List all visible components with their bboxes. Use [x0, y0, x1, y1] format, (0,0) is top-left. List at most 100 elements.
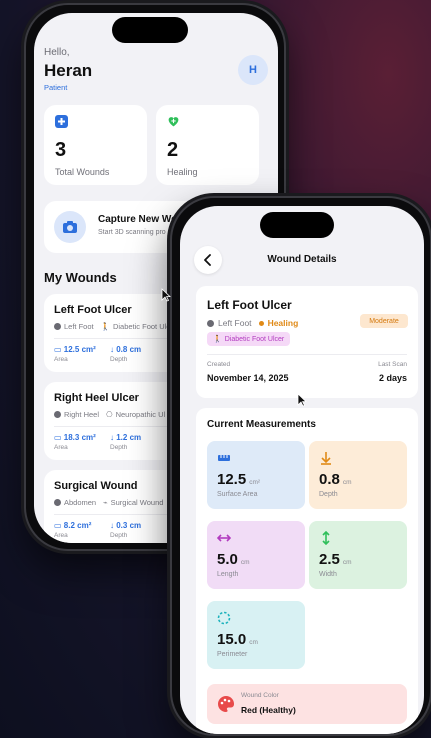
- wound-meta: Left Foot 🚶 Diabetic Foot Ulc: [54, 322, 170, 331]
- mouse-cursor-icon: [161, 288, 171, 302]
- wound-color-value: Red (Healthy): [241, 705, 296, 715]
- person-icon: 🚶: [213, 336, 222, 343]
- total-wounds-card[interactable]: 3 Total Wounds: [44, 105, 147, 185]
- area-value: 12.5 cm²: [63, 345, 96, 354]
- wound-meta: Right Heel ⎔ Neuropathic Ul: [54, 410, 165, 419]
- measurement-label: Width: [319, 571, 337, 578]
- wound-type: Diabetic Foot Ulc: [112, 322, 171, 331]
- depth-label: Depth: [110, 532, 128, 539]
- wound-location: Left Foot: [64, 322, 94, 331]
- wound-name: Right Heel Ulcer: [54, 392, 139, 404]
- measurement-label: Depth: [319, 491, 338, 498]
- wound-name: Left Foot Ulcer: [54, 304, 132, 316]
- measurement-value: 0.8 cm: [319, 471, 352, 488]
- wound-location: Right Heel: [64, 410, 100, 419]
- location-icon: [207, 319, 214, 327]
- wound-type: Surgical Wound: [110, 498, 164, 507]
- arrows-vertical-icon: [322, 531, 330, 545]
- person-icon: 🚶: [100, 322, 110, 331]
- depth-value: 0.3 cm: [116, 521, 142, 530]
- arrow-down-icon: [321, 452, 331, 465]
- ruler-icon: ▭: [54, 521, 64, 530]
- wound-location: Left Foot: [218, 318, 252, 328]
- created-label: Created: [207, 361, 231, 368]
- wound-area: ▭ 18.3 cm²: [54, 433, 96, 442]
- user-name: Heran: [44, 61, 93, 80]
- wound-name: Left Foot Ulcer: [207, 298, 292, 312]
- medkit-icon: [55, 115, 68, 128]
- measurement-label: Perimeter: [217, 651, 248, 658]
- details-screen: Wound Details Left Foot Ulcer Left Foot …: [180, 206, 424, 734]
- location-icon: [54, 411, 61, 418]
- ruler-icon: [218, 455, 230, 461]
- created-value: November 14, 2025: [207, 373, 289, 383]
- divider: [207, 354, 407, 355]
- wound-status: Healing: [267, 318, 299, 328]
- width-tile[interactable]: 2.5 cm Width: [309, 521, 407, 589]
- bandage-icon: ⌁: [103, 498, 108, 507]
- dynamic-island: [260, 212, 334, 238]
- wound-type: Diabetic Foot Ulcer: [224, 335, 285, 343]
- circle-dashed-icon: [217, 611, 231, 625]
- healing-card[interactable]: 2 Healing: [156, 105, 259, 185]
- area-label: Area: [54, 532, 68, 539]
- capture-title: Capture New Wo: [98, 214, 178, 225]
- greeting: Hello,: [44, 47, 70, 58]
- wound-depth: ↓ 0.3 cm: [110, 521, 141, 530]
- depth-value: 0.8 cm: [116, 345, 142, 354]
- user-role: Patient: [44, 83, 68, 92]
- total-wounds-value: 3: [55, 139, 67, 161]
- surface-area-tile[interactable]: 12.5 cm² Surface Area: [207, 441, 305, 509]
- wound-meta: Abdomen ⌁ Surgical Wound: [54, 498, 163, 507]
- wound-location: Abdomen: [64, 498, 97, 507]
- capture-subtitle: Start 3D scanning pro: [98, 229, 166, 236]
- wound-color-card: Wound Color Red (Healthy): [207, 684, 407, 724]
- last-scan-value: 2 days: [378, 373, 407, 383]
- wound-name: Surgical Wound: [54, 480, 138, 492]
- area-label: Area: [54, 444, 68, 451]
- measurement-value: 15.0 cm: [217, 631, 258, 648]
- page-title: Wound Details: [267, 254, 337, 265]
- wound-area: ▭ 8.2 cm²: [54, 521, 91, 530]
- location-icon: [54, 323, 61, 330]
- status-dot: [258, 320, 264, 326]
- wound-summary-card: Left Foot Ulcer Left Foot Healing Modera…: [196, 286, 418, 398]
- mouse-cursor-icon: [297, 393, 307, 407]
- healing-value: 2: [167, 139, 179, 161]
- measurement-label: Surface Area: [217, 491, 258, 498]
- length-tile[interactable]: 5.0 cm Length: [207, 521, 305, 589]
- wound-type: Neuropathic Ul: [115, 410, 166, 419]
- severity-badge: Moderate: [360, 314, 408, 328]
- last-scan-label: Last Scan: [378, 361, 407, 368]
- avatar[interactable]: H: [238, 55, 268, 85]
- wound-depth: ↓ 0.8 cm: [110, 345, 141, 354]
- heart-plus-icon: [167, 115, 180, 128]
- arrows-horizontal-icon: [217, 534, 231, 542]
- wound-color-label: Wound Color: [241, 692, 279, 699]
- healing-label: Healing: [167, 167, 198, 177]
- area-label: Area: [54, 356, 68, 363]
- wound-depth: ↓ 1.2 cm: [110, 433, 141, 442]
- depth-value: 1.2 cm: [116, 433, 142, 442]
- ruler-icon: ▭: [54, 345, 64, 354]
- depth-label: Depth: [110, 356, 128, 363]
- palette-icon: [218, 696, 235, 712]
- measurement-label: Length: [217, 571, 239, 578]
- wound-type-badge: 🚶 Diabetic Foot Ulcer: [207, 332, 291, 346]
- my-wounds-heading: My Wounds: [44, 270, 117, 285]
- area-value: 18.3 cm²: [63, 433, 96, 442]
- measurement-value: 12.5 cm²: [217, 471, 261, 488]
- measurement-value: 2.5 cm: [319, 551, 352, 568]
- depth-label: Depth: [110, 444, 128, 451]
- nerve-icon: ⎔: [106, 410, 113, 419]
- ruler-icon: ▭: [54, 433, 64, 442]
- details-phone: Wound Details Left Foot Ulcer Left Foot …: [170, 196, 431, 736]
- measurements-title: Current Measurements: [207, 419, 316, 430]
- location-icon: [54, 499, 61, 506]
- perimeter-tile[interactable]: 15.0 cm Perimeter: [207, 601, 305, 669]
- measurements-panel: Current Measurements 12.5 cm² Surface Are…: [196, 408, 418, 734]
- wound-area: ▭ 12.5 cm²: [54, 345, 96, 354]
- camera-icon: [54, 211, 86, 243]
- depth-tile[interactable]: 0.8 cm Depth: [309, 441, 407, 509]
- dynamic-island: [112, 17, 188, 43]
